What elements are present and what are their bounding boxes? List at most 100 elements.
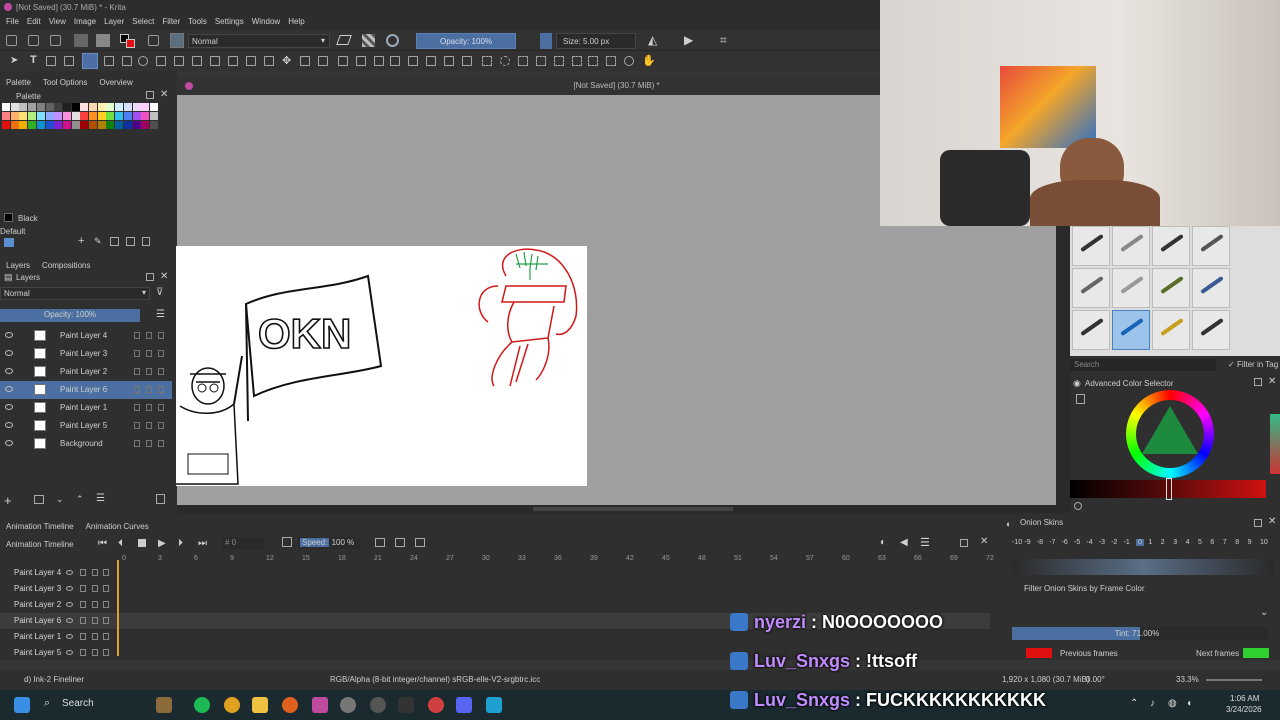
layer-row[interactable]: Background	[0, 435, 172, 453]
layer-opacity-slider[interactable]: Opacity: 100%	[0, 309, 140, 322]
palette-table-icon[interactable]	[126, 237, 135, 246]
brush-preset-8[interactable]	[1192, 268, 1230, 308]
brush-preset-9[interactable]	[1072, 310, 1110, 350]
lock-icon[interactable]	[80, 617, 86, 624]
palette-swatch[interactable]	[19, 103, 28, 111]
palette-swatch[interactable]	[45, 121, 54, 129]
lock-icon[interactable]	[134, 386, 140, 393]
palette-swatch[interactable]	[115, 121, 124, 129]
layer-row[interactable]: Paint Layer 6	[0, 381, 172, 399]
onion-frame-number[interactable]: -10	[1012, 539, 1022, 546]
edit-swatch-icon[interactable]: ✎	[94, 236, 102, 247]
palette-swatch[interactable]	[2, 103, 10, 111]
pin-icon[interactable]	[103, 569, 109, 576]
timeline-layer-row[interactable]: Paint Layer 1	[0, 629, 126, 645]
palette-swatch[interactable]	[80, 121, 89, 129]
palette-swatch[interactable]	[89, 112, 97, 120]
taskbar-search-icon[interactable]: ⌕	[44, 697, 50, 710]
onion-frame-number[interactable]: -9	[1024, 539, 1030, 546]
zoom-slider[interactable]	[1206, 679, 1262, 681]
close-icon[interactable]: ✕	[160, 271, 168, 282]
editor-icon[interactable]	[486, 697, 502, 713]
reference-images-tool-icon[interactable]	[462, 56, 472, 66]
timeline-layer-row[interactable]: Paint Layer 3	[0, 581, 126, 597]
palette-swatch[interactable]	[62, 121, 71, 129]
firefox-icon[interactable]	[282, 697, 298, 713]
menu-tools[interactable]: Tools	[184, 15, 211, 28]
onion-frame-number[interactable]: 10	[1260, 539, 1268, 546]
brush-presets-icon[interactable]	[170, 33, 184, 48]
float-dock-icon[interactable]	[960, 539, 968, 547]
palette-swatch[interactable]	[106, 121, 115, 129]
palette-swatch[interactable]	[10, 121, 19, 129]
pin-icon[interactable]	[103, 601, 109, 608]
palette-swatch[interactable]	[45, 112, 54, 120]
line-tool-icon[interactable]	[104, 56, 114, 66]
layer-row[interactable]: Paint Layer 1	[0, 399, 172, 417]
alpha-lock-icon[interactable]	[146, 386, 152, 393]
pin-icon[interactable]	[103, 585, 109, 592]
onion-frame-numbers[interactable]: -10 -9 -8 -7 -6 -5 -4 -3 -2 -1 0 1 2 3 4 5 6 7 8 9 10	[1012, 539, 1274, 551]
palette-swatches[interactable]	[2, 103, 160, 151]
palette-swatch[interactable]	[132, 112, 141, 120]
next-frame-icon[interactable]: ⏵	[178, 538, 183, 549]
network-icon[interactable]: ◍	[1168, 698, 1177, 709]
select-shapes-tool-icon[interactable]: ➤	[10, 55, 18, 66]
palette-swatch[interactable]	[54, 112, 63, 120]
palette-swatch[interactable]	[141, 112, 150, 120]
inherit-alpha-icon[interactable]	[158, 404, 164, 411]
inherit-alpha-icon[interactable]	[158, 440, 164, 447]
palette-swatch[interactable]	[71, 121, 80, 129]
palette-grid-icon[interactable]	[4, 238, 14, 247]
onion-frame-number[interactable]: -5	[1074, 539, 1080, 546]
app-icon[interactable]	[370, 697, 386, 713]
close-icon[interactable]: ✕	[1268, 376, 1276, 387]
visibility-eye-icon[interactable]	[5, 440, 13, 446]
timeline-layer-row[interactable]: Paint Layer 2	[0, 597, 126, 613]
palette-swatch[interactable]	[45, 103, 54, 111]
edit-shapes-tool-icon[interactable]	[46, 56, 56, 66]
layer-row[interactable]: Paint Layer 4	[0, 327, 172, 345]
volume-icon[interactable]: ◖	[1186, 698, 1192, 709]
onion-skin-toggle-icon[interactable]	[92, 601, 98, 608]
background-color-icon[interactable]	[126, 39, 135, 48]
tab-tool-options[interactable]: Tool Options	[37, 77, 93, 88]
onion-frame-number[interactable]: 1	[1148, 539, 1152, 546]
lock-icon[interactable]	[134, 404, 140, 411]
lock-icon[interactable]	[80, 633, 86, 640]
palette-swatch[interactable]	[106, 103, 115, 111]
float-dock-icon[interactable]	[146, 91, 154, 99]
visibility-eye-icon[interactable]	[66, 650, 73, 655]
rectangle-tool-icon[interactable]	[122, 56, 132, 66]
freehand-path-tool-icon[interactable]	[210, 56, 220, 66]
alpha-lock-icon[interactable]	[146, 404, 152, 411]
palette-swatch[interactable]	[123, 103, 132, 111]
pattern-icon[interactable]	[96, 34, 110, 47]
duplicate-keyframe-icon[interactable]	[395, 538, 405, 547]
freehand-brush-tool-icon[interactable]	[82, 53, 98, 69]
brush-preset-3[interactable]	[1152, 226, 1190, 266]
alpha-lock-icon[interactable]	[146, 332, 152, 339]
onion-skin-icon[interactable]: ◐	[880, 537, 886, 548]
palette-swatch[interactable]	[115, 112, 124, 120]
playback-speed-input[interactable]: Speed: 100 %	[298, 537, 360, 549]
tab-overview[interactable]: Overview	[93, 77, 138, 88]
palette-swatch[interactable]	[28, 121, 37, 129]
rectangular-select-tool-icon[interactable]	[482, 56, 492, 66]
tab-animation-curves[interactable]: Animation Curves	[80, 521, 155, 532]
stop-icon[interactable]	[138, 539, 146, 547]
chrome-icon[interactable]	[224, 697, 240, 713]
palette-swatch[interactable]	[97, 112, 106, 120]
visibility-eye-icon[interactable]	[5, 332, 13, 338]
palette-swatch[interactable]	[89, 121, 97, 129]
multibrush-tool-icon[interactable]	[246, 56, 256, 66]
visibility-eye-icon[interactable]	[5, 368, 13, 374]
onion-skin-toggle-icon[interactable]	[92, 569, 98, 576]
alpha-lock-icon[interactable]	[146, 440, 152, 447]
horizontal-scrollbar[interactable]	[177, 505, 1056, 513]
pin-icon[interactable]	[103, 617, 109, 624]
next-frames-color[interactable]	[1243, 648, 1269, 658]
palette-swatch[interactable]	[132, 103, 141, 111]
alpha-lock-icon[interactable]	[146, 422, 152, 429]
palette-swatch[interactable]	[89, 103, 97, 111]
